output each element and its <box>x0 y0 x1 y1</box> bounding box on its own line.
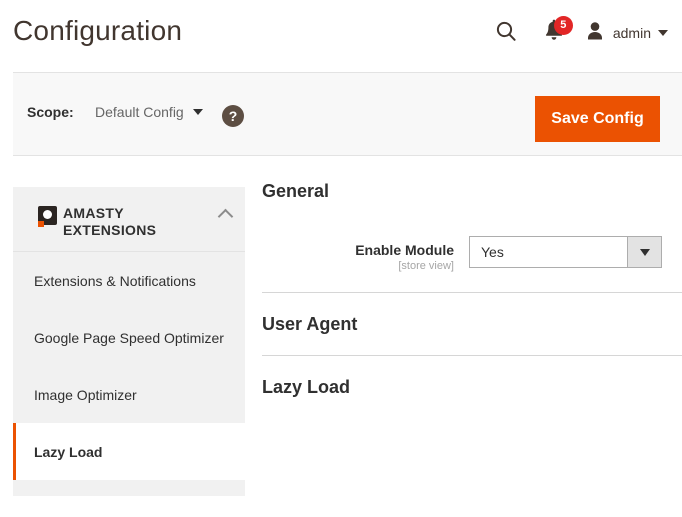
page-header: Configuration 5 <box>0 0 682 72</box>
field-label: Enable Module <box>262 242 454 258</box>
field-scope-hint: [store view] <box>262 260 454 272</box>
header-actions: 5 admin <box>486 16 668 50</box>
section-heading-user-agent: User Agent <box>262 314 682 335</box>
notifications-button[interactable]: 5 <box>526 16 582 50</box>
question-mark-icon[interactable]: ? <box>222 105 244 127</box>
scope-selector-value: Default Config <box>95 104 184 120</box>
sidebar-item-label: Lazy Load <box>34 444 102 460</box>
sidebar-item-image-optimizer[interactable]: Image Optimizer <box>13 366 245 423</box>
enable-module-select[interactable]: Yes <box>469 236 662 268</box>
enable-module-select-value: Yes <box>470 244 504 260</box>
scope-selector[interactable]: Default Config <box>95 104 203 120</box>
sidebar-item-google-page-speed-optimizer[interactable]: Google Page Speed Optimizer <box>13 309 245 366</box>
search-icon <box>494 19 518 48</box>
sidebar-section-amasty-extensions[interactable]: AMASTY EXTENSIONS <box>13 187 245 252</box>
user-menu-button[interactable]: admin <box>582 20 668 47</box>
section-lazy-load[interactable]: Lazy Load <box>262 355 682 418</box>
configuration-page: Configuration 5 <box>0 0 682 517</box>
search-button[interactable] <box>486 16 526 50</box>
config-content: General Enable Module [store view] Yes U… <box>262 173 682 418</box>
sidebar-trailing-spacer <box>13 480 245 496</box>
select-arrow-button[interactable] <box>627 237 661 267</box>
field-enable-module: Enable Module [store view] Yes <box>262 236 682 272</box>
sidebar-item-extensions-notifications[interactable]: Extensions & Notifications <box>13 252 245 309</box>
user-avatar-icon <box>584 20 606 47</box>
sidebar-item-lazy-load[interactable]: Lazy Load <box>13 423 245 480</box>
section-user-agent[interactable]: User Agent <box>262 292 682 355</box>
save-config-button[interactable]: Save Config <box>535 96 660 142</box>
sidebar: AMASTY EXTENSIONS Extensions & Notificat… <box>13 187 245 496</box>
sidebar-menu: Extensions & Notifications Google Page S… <box>13 252 245 496</box>
section-heading-general: General <box>262 173 682 202</box>
user-name: admin <box>613 25 651 41</box>
sidebar-item-label: Image Optimizer <box>34 387 137 403</box>
sidebar-section-title: AMASTY EXTENSIONS <box>63 199 211 239</box>
page-title: Configuration <box>13 15 182 47</box>
section-general: General Enable Module [store view] Yes <box>262 173 682 292</box>
chevron-down-icon <box>658 30 668 36</box>
sidebar-item-label: Google Page Speed Optimizer <box>34 330 224 346</box>
notifications-badge: 5 <box>554 16 573 35</box>
chevron-down-icon <box>193 109 203 115</box>
field-label-column: Enable Module [store view] <box>262 236 469 272</box>
amasty-logo-icon <box>38 206 57 225</box>
sidebar-item-label: Extensions & Notifications <box>34 273 196 289</box>
triangle-down-icon <box>640 249 650 256</box>
section-heading-lazy-load: Lazy Load <box>262 377 682 398</box>
chevron-up-icon <box>218 209 234 225</box>
scope-label: Scope: <box>27 104 74 120</box>
